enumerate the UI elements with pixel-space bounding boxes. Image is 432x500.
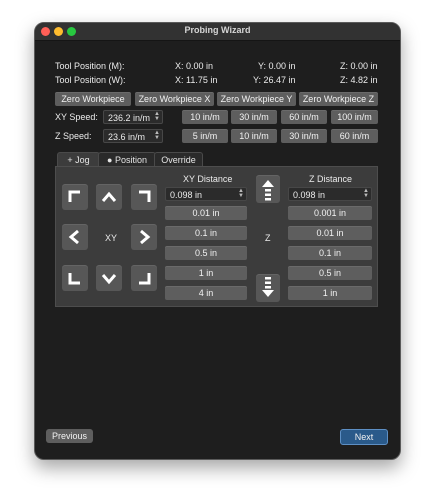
z-distance-preset-0-001[interactable]: 0.001 in [288, 206, 372, 220]
xy-distance-preset-1[interactable]: 1 in [165, 266, 247, 280]
z-distance-header: Z Distance [309, 174, 353, 184]
probing-wizard-window: Probing Wizard Tool Position (M): X: 0.0… [34, 22, 401, 460]
arrow-up-dashed-icon [262, 180, 274, 201]
xy-distance-preset-0-5[interactable]: 0.5 in [165, 246, 247, 260]
machine-position-label: Tool Position (M): [55, 61, 125, 71]
previous-button[interactable]: Previous [46, 429, 93, 443]
z-speed-value: 23.6 in/m [108, 132, 146, 142]
z-speed-input[interactable]: 23.6 in/m ▲ ▼ [103, 129, 163, 143]
arrow-down-left-icon [68, 273, 80, 285]
work-x-value: X: 11.75 in [175, 75, 218, 85]
z-distance-input[interactable]: 0.098 in ▲ ▼ [288, 187, 372, 201]
xy-speed-preset-30[interactable]: 30 in/m [231, 110, 277, 124]
z-speed-preset-30[interactable]: 30 in/m [281, 129, 327, 143]
xy-distance-stepper-icon[interactable]: ▲ ▼ [238, 188, 244, 199]
z-distance-preset-1[interactable]: 1 in [288, 286, 372, 300]
xy-speed-input[interactable]: 236.2 in/m ▲ ▼ [103, 110, 163, 124]
jog-z-up-button[interactable] [256, 175, 280, 203]
jog-right-button[interactable] [131, 224, 157, 250]
xy-distance-value: 0.098 in [170, 190, 203, 200]
chevron-left-icon [68, 229, 79, 245]
work-z-value: Z: 4.82 in [340, 75, 378, 85]
z-speed-label: Z Speed: [55, 131, 92, 141]
tab-jog[interactable]: + Jog [57, 152, 100, 167]
chevron-up-icon [101, 191, 117, 202]
location-pin-icon: ● [107, 155, 113, 165]
chevron-right-icon [140, 229, 151, 245]
xy-speed-stepper-icon[interactable]: ▲ ▼ [154, 111, 160, 122]
arrow-down-dashed-icon [262, 277, 274, 297]
machine-z-value: Z: 0.00 in [340, 61, 378, 71]
zero-workpiece-z-button[interactable]: Zero Workpiece Z [299, 92, 378, 106]
xy-center-label: XY [105, 233, 118, 243]
z-center-label: Z [265, 233, 271, 243]
z-distance-preset-0-5[interactable]: 0.5 in [288, 266, 372, 280]
xy-distance-header: XY Distance [183, 174, 233, 184]
window-title: Probing Wizard [184, 25, 251, 35]
machine-y-value: Y: 0.00 in [258, 61, 296, 71]
xy-distance-preset-0-01[interactable]: 0.01 in [165, 206, 247, 220]
xy-speed-preset-10[interactable]: 10 in/m [182, 110, 228, 124]
machine-x-value: X: 0.00 in [175, 61, 214, 71]
xy-speed-value: 236.2 in/m [108, 113, 151, 123]
jog-up-button[interactable] [96, 184, 122, 210]
jog-up-right-button[interactable] [131, 184, 157, 210]
z-speed-preset-10[interactable]: 10 in/m [231, 129, 277, 143]
jog-panel: XY XY Distance 0.098 in ▲ ▼ 0.01 in 0.1 i… [55, 166, 378, 307]
xy-speed-preset-100[interactable]: 100 in/m [331, 110, 378, 124]
z-distance-preset-0-1[interactable]: 0.1 in [288, 246, 372, 260]
jog-down-button[interactable] [96, 265, 122, 291]
plus-icon: + [67, 155, 73, 165]
xy-distance-preset-0-1[interactable]: 0.1 in [165, 226, 247, 240]
z-speed-stepper-icon[interactable]: ▲ ▼ [154, 130, 160, 141]
jog-down-left-button[interactable] [62, 265, 88, 291]
z-distance-value: 0.098 in [293, 190, 326, 200]
zero-workpiece-button[interactable]: Zero Workpiece [55, 92, 131, 106]
title-bar: Probing Wizard [35, 23, 400, 41]
xy-speed-label: XY Speed: [55, 112, 98, 122]
jog-up-left-button[interactable] [62, 184, 88, 210]
tab-override-label: Override [161, 155, 196, 165]
work-y-value: Y: 26.47 in [253, 75, 296, 85]
z-speed-preset-60[interactable]: 60 in/m [331, 129, 378, 143]
jog-left-button[interactable] [62, 224, 88, 250]
z-distance-preset-0-01[interactable]: 0.01 in [288, 226, 372, 240]
tab-position[interactable]: ● Position [98, 152, 156, 167]
arrow-down-right-icon [139, 273, 151, 285]
xy-distance-preset-4[interactable]: 4 in [165, 286, 247, 300]
chevron-down-icon [101, 274, 117, 285]
xy-distance-input[interactable]: 0.098 in ▲ ▼ [165, 187, 247, 201]
tab-position-label: Position [114, 155, 147, 165]
tab-jog-label: Jog [75, 155, 90, 165]
xy-speed-preset-60[interactable]: 60 in/m [281, 110, 327, 124]
zero-workpiece-x-button[interactable]: Zero Workpiece X [135, 92, 214, 106]
jog-z-down-button[interactable] [256, 274, 280, 302]
tab-override[interactable]: Override [154, 152, 203, 167]
work-position-label: Tool Position (W): [55, 75, 126, 85]
zero-workpiece-y-button[interactable]: Zero Workpiece Y [217, 92, 296, 106]
next-button[interactable]: Next [340, 429, 388, 445]
arrow-up-left-icon [68, 190, 80, 202]
z-speed-preset-5[interactable]: 5 in/m [182, 129, 228, 143]
z-distance-stepper-icon[interactable]: ▲ ▼ [363, 188, 369, 199]
jog-down-right-button[interactable] [131, 265, 157, 291]
arrow-up-right-icon [139, 190, 151, 202]
